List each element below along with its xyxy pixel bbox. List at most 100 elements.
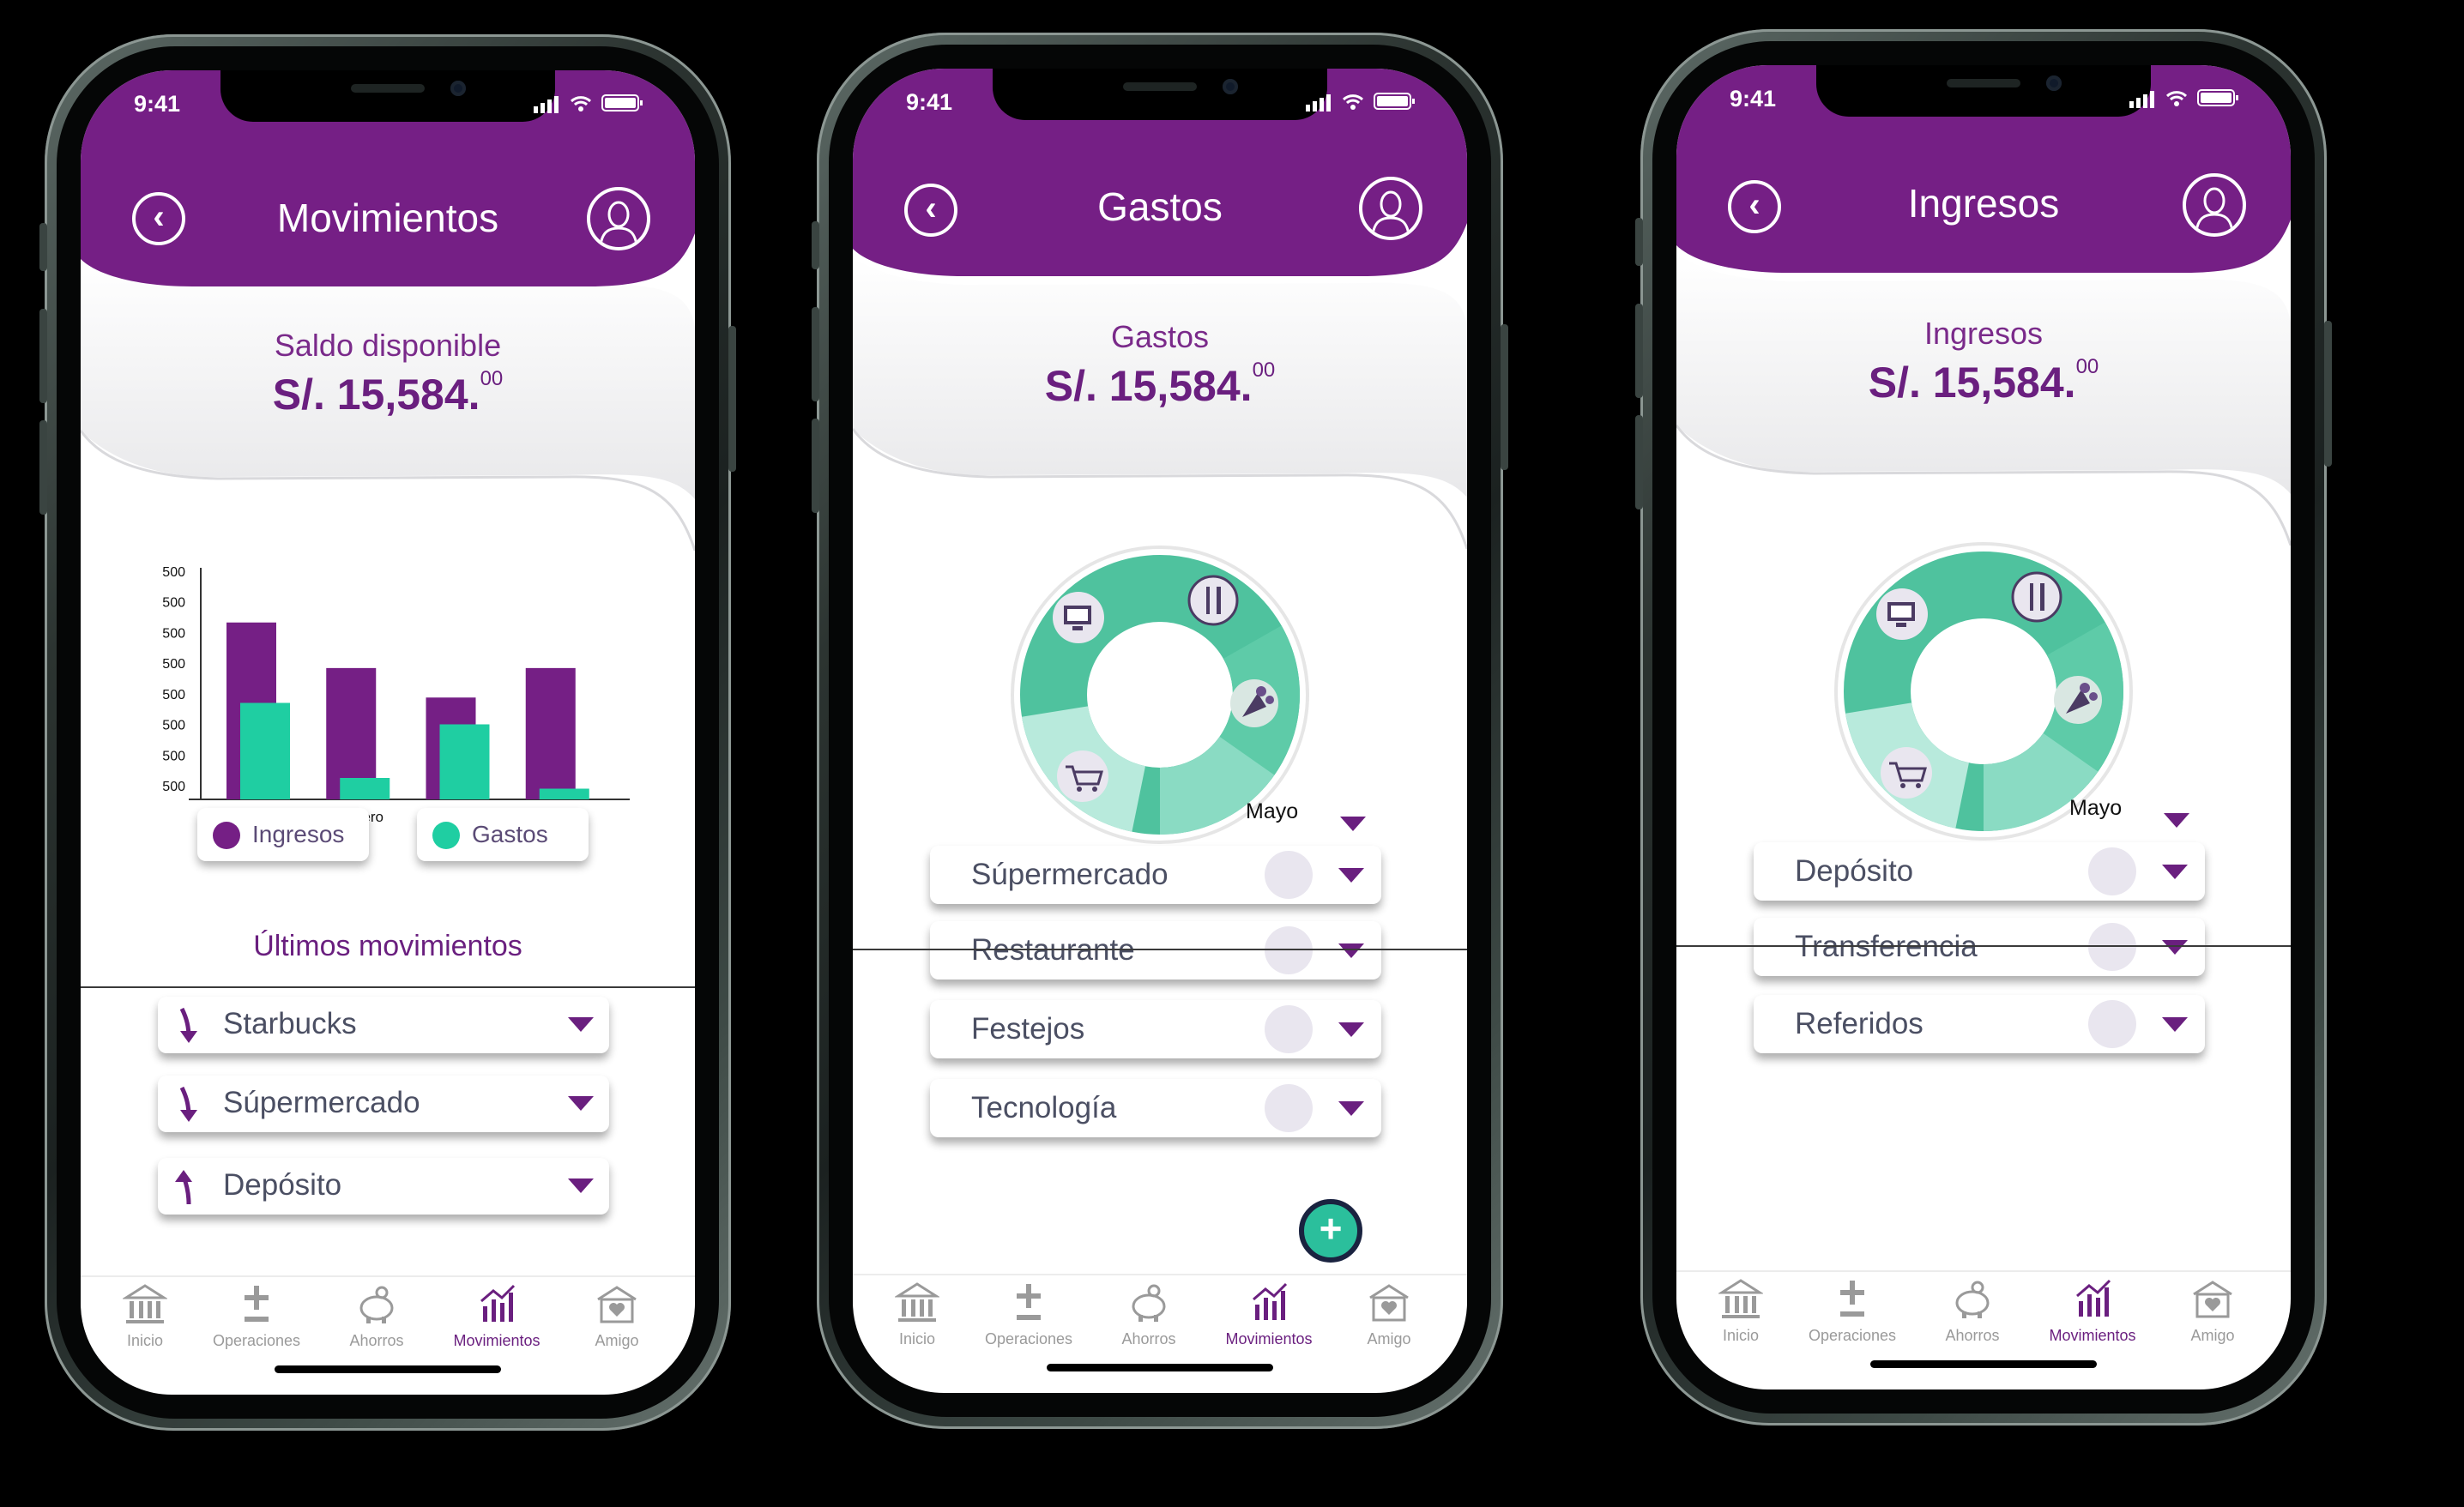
tab-operaciones[interactable]: Operaciones [1797,1277,1908,1345]
user-avatar-icon [2195,187,2234,232]
chevron-down-icon [1338,943,1364,958]
friend-home-icon [2193,1281,2232,1318]
balance-amount: S/. 15,584.00 [1868,355,2099,407]
tab-ahorros[interactable]: Ahorros [321,1282,432,1350]
add-button[interactable]: + [1299,1199,1362,1263]
computer-icon [1876,588,1928,640]
tab-movimientos[interactable]: Movimientos [2037,1277,2148,1345]
bank-icon [1718,1279,1763,1318]
screen: 9:41 ‹ Gastos Gastos S/. 15,584.00 Mayo … [853,69,1467,1393]
status-time: 9:41 [134,91,181,117]
month-selector-label[interactable]: Mayo [1246,799,1298,824]
home-indicator [1870,1360,2097,1368]
chevron-down-icon[interactable] [1340,817,1366,831]
profile-button[interactable] [2183,173,2246,237]
computer-icon [1265,1084,1313,1132]
fork-knife-icon [1265,926,1313,974]
flowers-icon [1265,1005,1313,1053]
status-icons [1306,93,1415,112]
category-item-referidos[interactable]: Referidos [1754,995,2205,1053]
tab-ahorros[interactable]: Ahorros [1917,1277,2028,1345]
tab-movimientos[interactable]: Movimientos [1213,1281,1325,1348]
home-indicator [1047,1364,1273,1371]
notch [220,70,555,122]
divider [1676,945,2291,947]
status-icons [2129,89,2238,108]
y-tick-label: 500 [162,749,185,763]
notch [993,69,1327,120]
tab-bar: Inicio Operaciones Ahorros Movimientos A… [1676,1270,2291,1358]
phone-gastos: 9:41 ‹ Gastos Gastos S/. 15,584.00 Mayo … [812,33,1508,1429]
profile-button[interactable] [1359,177,1422,240]
legend-gastos[interactable]: Gastos [417,808,589,861]
movement-item-starbucks[interactable]: Starbucks [158,997,609,1053]
phone-movimientos: 9:41 ‹ Movimientos Saldo disponible S/. … [39,34,736,1431]
header-background [853,69,1467,549]
arrow-down-icon [179,1007,197,1043]
tab-amigo[interactable]: Amigo [2157,1277,2268,1345]
y-tick-label: 500 [162,780,185,794]
user-avatar-icon [599,201,638,246]
category-item-transferencia[interactable]: Transferencia [1754,918,2205,976]
legend-ingresos[interactable]: Ingresos [197,808,369,861]
y-tick-label: 500 [162,688,185,702]
chevron-down-icon[interactable] [2164,813,2189,828]
profile-button[interactable] [587,187,650,250]
tab-inicio[interactable]: Inicio [1685,1277,1797,1345]
flowers-icon [1230,679,1278,727]
chevron-down-icon [1338,1101,1364,1116]
computer-icon [1053,592,1104,643]
status-icons [534,94,643,113]
chevron-down-icon [1338,868,1364,883]
plus-minus-icon [245,1286,269,1322]
balance-label: Saldo disponible [274,328,502,363]
y-tick-label: 500 [162,626,185,641]
category-item-supermercado[interactable]: Súpermercado [930,846,1381,904]
tab-inicio[interactable]: Inicio [89,1282,201,1350]
chevron-down-icon [568,1178,594,1193]
home-indicator [275,1365,501,1373]
tab-amigo[interactable]: Amigo [1333,1281,1445,1348]
tab-operaciones[interactable]: Operaciones [201,1282,312,1350]
balance-label: Gastos [1110,319,1210,354]
y-tick-label: 500 [162,657,185,672]
arrow-down-icon [179,1086,197,1122]
piggy-bank-icon [1955,1281,1990,1318]
tab-operaciones[interactable]: Operaciones [973,1281,1084,1348]
tab-ahorros[interactable]: Ahorros [1093,1281,1205,1348]
chevron-down-icon [2162,940,2188,955]
category-item-tecnologia[interactable]: Tecnología [930,1079,1381,1137]
fork-knife-icon [2011,571,2062,623]
piggy-bank-icon [359,1286,394,1323]
chevron-down-icon [568,1096,594,1111]
friend-home-icon [1369,1284,1409,1322]
shopping-cart-icon [1265,851,1313,899]
y-tick-label: 500 [162,565,185,580]
tab-movimientos[interactable]: Movimientos [441,1282,553,1350]
bar-gastos [539,788,589,799]
dollar-refresh-icon [2088,1000,2136,1048]
bar-gastos [439,724,490,799]
tab-bar: Inicio Operaciones Ahorros Movimientos A… [853,1274,1467,1361]
y-tick-label: 500 [162,719,185,733]
bar-chart: 500500500500500500500500EneroFebreroMarz… [162,565,630,825]
movement-item-supermercado[interactable]: Súpermercado [158,1076,609,1132]
chevron-down-icon [2162,1017,2188,1032]
plus-minus-icon [1017,1284,1041,1320]
category-item-restaurante[interactable]: Restaurante [930,921,1381,980]
user-avatar-icon [1371,190,1410,236]
y-tick-label: 500 [162,596,185,611]
bar-chart-icon [1253,1282,1288,1320]
phone-ingresos: 9:41 ‹ Ingresos Ingresos S/. 15,584.00 M… [1635,29,2332,1426]
bar-gastos [340,778,390,799]
tab-amigo[interactable]: Amigo [561,1282,673,1350]
month-selector-label[interactable]: Mayo [2069,796,2122,821]
bank-transfer-icon [2088,923,2136,971]
movement-item-deposito[interactable]: Depósito [158,1158,609,1215]
bank-deposit-icon [2088,847,2136,895]
category-item-festejos[interactable]: Festejos [930,1000,1381,1058]
divider [853,949,1467,950]
piggy-bank-icon [1132,1284,1166,1322]
tab-inicio[interactable]: Inicio [861,1281,973,1348]
category-item-deposito[interactable]: Depósito [1754,842,2205,901]
